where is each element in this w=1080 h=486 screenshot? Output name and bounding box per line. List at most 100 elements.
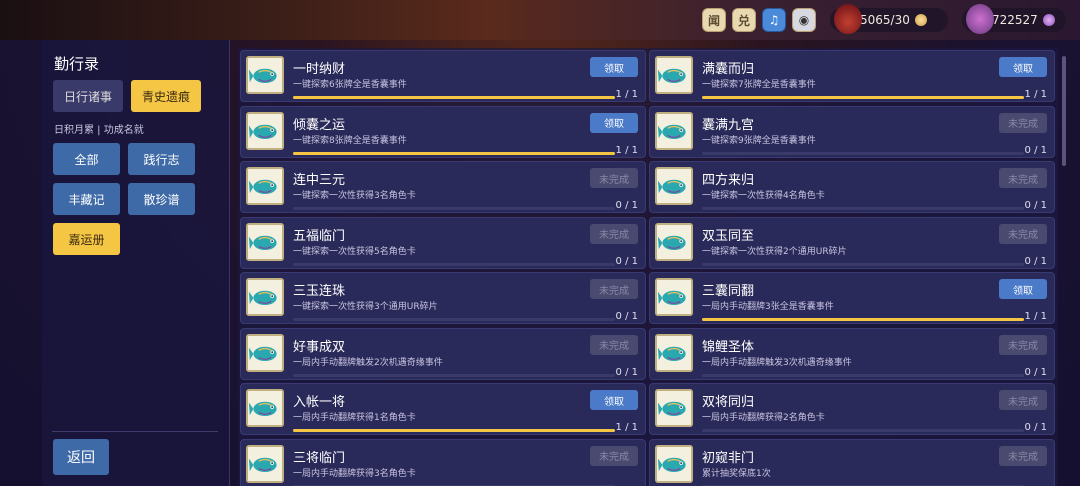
achievement-name: 入帐一将	[293, 395, 346, 410]
tab-daily[interactable]: 日行诸事	[53, 80, 123, 112]
achievement-name: 四方来归	[702, 173, 755, 188]
progress-text: 1 / 1	[1024, 311, 1047, 322]
progress-text: 0 / 1	[1024, 255, 1047, 267]
achievement-card: 囊满九宫一键探索9张牌全是香囊事件 未完成 0 / 1	[649, 105, 1055, 158]
achievement-name: 初窥非门	[702, 450, 755, 466]
achievement-desc: 一局内手动翻牌获得3名角色卡	[293, 468, 416, 479]
progress-bar	[293, 96, 615, 99]
progress-bar	[293, 318, 615, 321]
progress-fill	[293, 429, 615, 432]
koi-fish-icon	[246, 111, 284, 150]
achievement-card: 倾囊之运一键探索8张牌全是香囊事件 领取 1 / 1	[240, 105, 646, 158]
achievement-desc: 累计抽奖保底1次	[702, 468, 771, 479]
achievement-name: 好事成双	[293, 339, 346, 355]
achievement-name: 三玉连珠	[293, 284, 346, 299]
progress-text: 0 / 1	[1024, 144, 1047, 156]
incomplete-button: 未完成	[999, 223, 1047, 244]
incomplete-button: 未完成	[590, 334, 638, 355]
category-treasure[interactable]: 散珍谱	[128, 183, 195, 215]
achievement-card: 双将同归 一局内手动翻牌获得2名角色卡 未完成 0 / 1	[649, 383, 1055, 435]
achievement-desc: 一局内手动翻牌3张全是香囊事件	[702, 302, 834, 312]
progress-text: 1 / 1	[615, 144, 638, 156]
progress-bar	[702, 96, 1024, 99]
progress-text: 0 / 1	[615, 200, 638, 211]
incomplete-button: 未完成	[999, 112, 1047, 133]
achievement-name: 双将同归	[702, 395, 755, 410]
koi-fish-icon	[246, 278, 284, 316]
progress-bar	[702, 318, 1024, 321]
progress-text: 0 / 1	[1024, 422, 1047, 433]
achievement-name: 连中三元	[293, 173, 346, 188]
news-icon[interactable]: 闻	[702, 8, 726, 32]
currency-value: 722527	[992, 13, 1038, 27]
exchange-icon[interactable]: 兑	[732, 8, 756, 32]
claim-button[interactable]: 领取	[590, 112, 638, 133]
gem-bag-icon	[966, 4, 994, 34]
stamina-pill[interactable]: 5065/30	[830, 4, 948, 34]
progress-bar	[702, 207, 1024, 210]
koi-fish-icon	[655, 222, 693, 261]
achievement-name: 满囊而归	[702, 62, 755, 77]
progress-bar	[293, 151, 615, 155]
progress-fill	[293, 96, 615, 99]
achievement-desc: 一键探索7张牌全是香囊事件	[702, 80, 816, 90]
achievement-card: 双玉同至 一键探索一次性获得2个通用UR碎片 未完成 0 / 1	[649, 216, 1055, 269]
koi-fish-icon	[655, 111, 693, 150]
progress-bar	[702, 429, 1024, 432]
incomplete-button: 未完成	[590, 168, 638, 188]
scrollbar[interactable]	[1062, 56, 1066, 166]
achievement-card: 一时纳财 一键探索6张牌全是香囊事件 领取 1 / 1	[240, 50, 646, 102]
achievement-desc: 一键探索9张牌全是香囊事件	[702, 135, 816, 146]
achievement-list[interactable]: 一时纳财 一键探索6张牌全是香囊事件 领取 1 / 1 满囊而归 一键探索7张牌全是香囊事…	[238, 48, 1058, 486]
achievement-card: 锦鲤圣体 一局内手动翻牌触发3次机遇奇缘事件 未完成 0 / 1	[649, 327, 1055, 380]
progress-text: 1 / 1	[615, 89, 638, 100]
incomplete-button: 未完成	[999, 445, 1047, 466]
progress-fill	[702, 96, 1024, 99]
progress-bar	[293, 429, 615, 432]
koi-fish-icon	[246, 333, 284, 372]
claim-button[interactable]: 领取	[590, 390, 638, 410]
category-practice[interactable]: 践行志	[128, 143, 195, 175]
category-fortune[interactable]: 嘉运册	[53, 223, 120, 255]
achievement-desc: 一键探索一次性获得5名角色卡	[293, 246, 416, 257]
back-button[interactable]: 返回	[53, 439, 109, 475]
category-collection[interactable]: 丰藏记	[53, 183, 120, 215]
music-icon[interactable]: ♫	[762, 8, 786, 32]
progress-fill	[702, 318, 1024, 321]
achievement-card: 好事成双 一局内手动翻牌触发2次机遇奇缘事件 未完成 0 / 1	[240, 327, 646, 380]
achievement-name: 三囊同翻	[702, 284, 755, 299]
achievement-name: 囊满九宫	[702, 117, 755, 133]
progress-text: 0 / 1	[1024, 366, 1047, 378]
claim-button[interactable]: 领取	[999, 57, 1047, 77]
claim-button[interactable]: 领取	[999, 279, 1047, 299]
category-all[interactable]: 全部	[53, 143, 120, 175]
progress-text: 0 / 1	[615, 255, 638, 267]
incomplete-button: 未完成	[999, 390, 1047, 410]
currency-pill[interactable]: 722527	[962, 4, 1066, 34]
koi-fish-icon	[655, 333, 693, 372]
progress-text: 0 / 1	[615, 366, 638, 378]
koi-fish-icon	[246, 389, 284, 427]
incomplete-button: 未完成	[590, 445, 638, 466]
koi-fish-icon	[655, 56, 693, 94]
achievement-desc: 一键探索一次性获得4名角色卡	[702, 191, 825, 201]
stamina-value: 5065/30	[860, 13, 910, 27]
incomplete-button: 未完成	[590, 223, 638, 244]
koi-fish-icon	[655, 167, 693, 205]
progress-bar	[293, 207, 615, 210]
achievement-desc: 一键探索一次性获得3个通用UR碎片	[293, 302, 438, 312]
koi-fish-icon	[246, 56, 284, 94]
koi-fish-icon	[246, 167, 284, 205]
progress-bar	[293, 262, 615, 266]
tab-history[interactable]: 青史遗痕	[131, 80, 201, 112]
add-currency-icon[interactable]	[1042, 14, 1055, 26]
achievement-name: 倾囊之运	[293, 117, 346, 133]
eye-icon[interactable]: ◉	[792, 8, 816, 32]
claim-button[interactable]: 领取	[590, 57, 638, 77]
achievement-card: 四方来归 一键探索一次性获得4名角色卡 未完成 0 / 1	[649, 161, 1055, 213]
achievement-desc: 一键探索8张牌全是香囊事件	[293, 135, 407, 146]
page-title: 勤行录	[54, 55, 100, 73]
divider	[52, 431, 218, 432]
add-stamina-icon[interactable]	[914, 14, 927, 26]
koi-fish-icon	[655, 389, 693, 427]
